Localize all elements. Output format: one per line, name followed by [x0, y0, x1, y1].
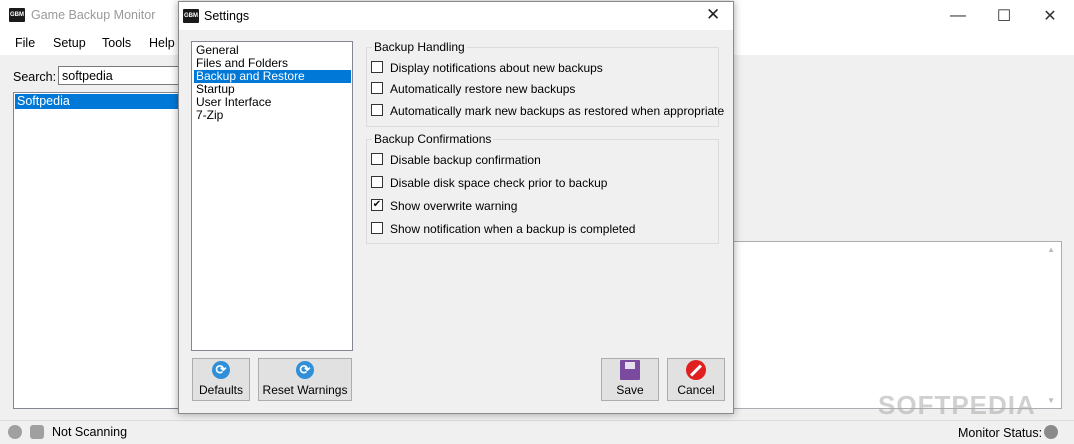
log-textbox[interactable]: ▲ ▼	[733, 241, 1062, 409]
watermark: SOFTPEDIA	[878, 390, 1036, 420]
save-icon	[620, 360, 640, 380]
monitor-status-label: Monitor Status:	[958, 426, 1043, 440]
chk-display-notifications[interactable]	[371, 61, 383, 73]
chk-disable-disk-space-check[interactable]	[371, 176, 383, 188]
minimize-button[interactable]: —	[935, 0, 981, 31]
save-button-label: Save	[616, 383, 644, 397]
app-icon: GBM	[9, 8, 25, 22]
dialog-app-icon: GBM	[183, 9, 199, 23]
scroll-down-icon[interactable]: ▼	[1047, 396, 1055, 405]
menu-file[interactable]: File	[15, 36, 35, 50]
scroll-up-icon[interactable]: ▲	[1047, 245, 1055, 254]
defaults-button[interactable]: ⟳ Defaults	[192, 358, 250, 401]
category-7-zip[interactable]: 7-Zip	[194, 109, 351, 122]
chk-disable-backup-confirmation-label[interactable]: Disable backup confirmation	[390, 153, 541, 167]
menu-setup[interactable]: Setup	[53, 36, 86, 50]
chk-auto-mark-restored-label[interactable]: Automatically mark new backups as restor…	[390, 104, 724, 118]
dialog-title: Settings	[204, 9, 250, 23]
maximize-button[interactable]: ☐	[981, 0, 1027, 31]
cancel-button[interactable]: Cancel	[667, 358, 725, 401]
refresh-icon: ⟳	[296, 361, 314, 379]
settings-category-list[interactable]: General Files and Folders Backup and Res…	[191, 41, 353, 351]
chk-show-overwrite-warning[interactable]: ✔	[371, 199, 383, 211]
menu-tools[interactable]: Tools	[102, 36, 131, 50]
menu-help[interactable]: Help	[149, 36, 175, 50]
chk-auto-restore[interactable]	[371, 82, 383, 94]
scan-status-text: Not Scanning	[52, 425, 128, 439]
close-button[interactable]: ✕	[1027, 0, 1073, 31]
settings-dialog: GBM Settings ✕ General Files and Folders…	[178, 1, 734, 414]
chk-show-overwrite-warning-label[interactable]: Show overwrite warning	[390, 199, 517, 213]
scan-status-icon	[8, 425, 22, 439]
reset-warnings-button[interactable]: ⟳ Reset Warnings	[258, 358, 352, 401]
backup-confirmations-label: Backup Confirmations	[372, 132, 494, 146]
search-label: Search:	[13, 70, 57, 84]
checkmark-icon: ✔	[372, 199, 382, 210]
chk-auto-mark-restored[interactable]	[371, 104, 383, 116]
cancel-icon	[686, 360, 706, 380]
cancel-button-label: Cancel	[677, 383, 715, 397]
refresh-icon: ⟳	[212, 361, 230, 379]
save-button[interactable]: Save	[601, 358, 659, 401]
reset-warnings-button-label: Reset Warnings	[262, 383, 348, 397]
chk-show-backup-completed-notification[interactable]	[371, 222, 383, 234]
defaults-button-label: Defaults	[198, 383, 244, 397]
main-window-title: Game Backup Monitor	[31, 8, 156, 22]
shield-icon	[30, 425, 44, 439]
dialog-title-bar: GBM Settings ✕	[179, 2, 733, 30]
chk-display-notifications-label[interactable]: Display notifications about new backups	[390, 61, 603, 75]
chk-disable-backup-confirmation[interactable]	[371, 153, 383, 165]
status-bar: Not Scanning Monitor Status:	[0, 420, 1074, 444]
chk-disable-disk-space-check-label[interactable]: Disable disk space check prior to backup	[390, 176, 607, 190]
monitor-status-icon[interactable]	[1044, 425, 1058, 439]
chk-show-backup-completed-notification-label[interactable]: Show notification when a backup is compl…	[390, 222, 635, 236]
backup-handling-label: Backup Handling	[372, 40, 467, 54]
dialog-close-button[interactable]: ✕	[706, 5, 720, 25]
chk-auto-restore-label[interactable]: Automatically restore new backups	[390, 82, 575, 96]
